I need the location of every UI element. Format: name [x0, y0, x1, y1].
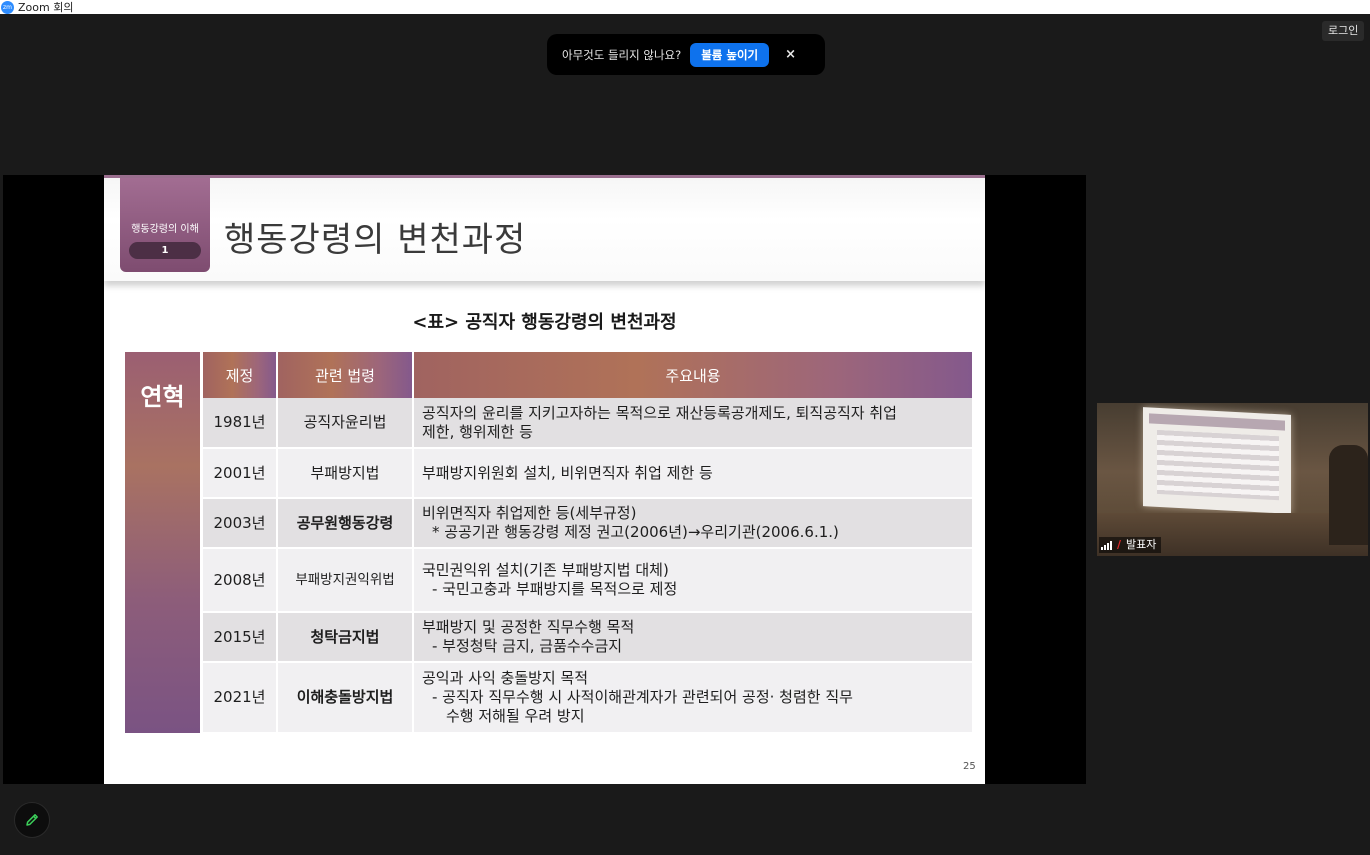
row-year: 2015년 [203, 612, 278, 663]
history-table: 제정 관련 법령 주요내용 1981년 공직자윤리법 공직자의 윤리를 지키고자… [203, 352, 974, 734]
table-row: 1981년 공직자윤리법 공직자의 윤리를 지키고자하는 목적으로 재산등록공개… [203, 398, 974, 449]
close-icon[interactable]: × [785, 47, 796, 62]
row-content: 비위면직자 취업제한 등(세부규정) * 공공기관 행동강령 제정 권고(200… [413, 498, 974, 549]
signal-icon [1101, 540, 1113, 550]
row-year: 2021년 [203, 662, 278, 734]
content-line: 비위면직자 취업제한 등(세부규정) [422, 504, 637, 522]
table-row: 2021년 이해충돌방지법 공익과 사익 충돌방지 목적 - 공직자 직무수행 … [203, 662, 974, 734]
header-law: 관련 법령 [277, 352, 414, 398]
banner-message: 아무것도 들리지 않나요? [562, 47, 682, 62]
content-line: 제한, 행위제한 등 [422, 422, 533, 441]
content-line: 공익과 사익 충돌방지 목적 [422, 669, 589, 687]
slide-header: 행동강령의 이해 1 행동강령의 변천과정 [104, 178, 985, 281]
content-line: * 공공기관 행동강령 제정 권고(2006년)→우리기관(2006.6.1.) [432, 523, 839, 541]
row-law: 이해충돌방지법 [277, 662, 414, 734]
table-row: 2003년 공무원행동강령 비위면직자 취업제한 등(세부규정) * 공공기관 … [203, 498, 974, 549]
shared-screen: 행동강령의 이해 1 행동강령의 변천과정 <표> 공직자 행동강령의 변천과정… [3, 175, 1086, 784]
participant-video-tile[interactable]: ∕ 발표자 [1097, 403, 1368, 556]
row-year: 2001년 [203, 448, 278, 499]
window-title: Zoom 회의 [18, 1, 74, 14]
header-year: 제정 [203, 352, 278, 398]
page-number: 25 [963, 761, 976, 772]
row-law: 공직자윤리법 [277, 398, 414, 449]
row-law: 부패방지권익위법 [277, 548, 414, 613]
row-content: 부패방지 및 공정한 직무수행 목적 - 부정청탁 금지, 금품수수금지 [413, 612, 974, 663]
video-screen-bar [1149, 413, 1285, 431]
history-label: 연혁 [140, 383, 185, 411]
row-year: 2003년 [203, 498, 278, 549]
row-year: 1981년 [203, 398, 278, 449]
table-header-row: 제정 관련 법령 주요내용 [203, 352, 974, 398]
content-line: 국민권익위 설치(기존 부패방지법 대체) [422, 561, 669, 579]
title-bar: zm Zoom 회의 [0, 0, 1370, 14]
table-caption: <표> 공직자 행동강령의 변천과정 [412, 312, 677, 333]
presentation-slide: 행동강령의 이해 1 행동강령의 변천과정 <표> 공직자 행동강령의 변천과정… [104, 175, 985, 784]
row-law: 공무원행동강령 [277, 498, 414, 549]
mic-muted-icon: ∕ [1117, 538, 1122, 551]
section-tab: 행동강령의 이해 1 [120, 178, 210, 272]
participant-name: 발표자 [1126, 538, 1157, 551]
row-year: 2008년 [203, 548, 278, 613]
audio-notification-banner: 아무것도 들리지 않나요? 볼륨 높이기 × [547, 34, 825, 75]
table-row: 2001년 부패방지법 부패방지위원회 설치, 비위면직자 취업 제한 등 [203, 448, 974, 499]
video-speaker-silhouette [1329, 445, 1368, 545]
content-line: 수행 저해될 우려 방지 [446, 707, 585, 725]
content-line: 부패방지위원회 설치, 비위면직자 취업 제한 등 [422, 463, 713, 482]
annotate-button[interactable] [14, 802, 50, 838]
participant-name-tag: ∕ 발표자 [1099, 537, 1162, 553]
row-content: 부패방지위원회 설치, 비위면직자 취업 제한 등 [413, 448, 974, 499]
row-law: 부패방지법 [277, 448, 414, 499]
table-row: 2015년 청탁금지법 부패방지 및 공정한 직무수행 목적 - 부정청탁 금지… [203, 612, 974, 663]
content-line: 공직자의 윤리를 지키고자하는 목적으로 재산등록공개제도, 퇴직공직자 취업 [422, 403, 897, 422]
content-line: - 부정청탁 금지, 금품수수금지 [432, 637, 623, 655]
content-line: - 공직자 직무수행 시 사적이해관계자가 관련되어 공정· 청렴한 직무 [432, 688, 853, 706]
pencil-icon [26, 814, 38, 826]
slide-title: 행동강령의 변천과정 [224, 220, 527, 260]
row-content: 공직자의 윤리를 지키고자하는 목적으로 재산등록공개제도, 퇴직공직자 취업 … [413, 398, 974, 449]
row-content: 국민권익위 설치(기존 부패방지법 대체) - 국민고충과 부패방지를 목적으로… [413, 548, 974, 613]
content-line: 부패방지 및 공정한 직무수행 목적 [422, 618, 635, 636]
video-screen-table [1157, 429, 1279, 501]
login-button[interactable]: 로그인 [1322, 21, 1365, 41]
history-side-column: 연혁 [125, 352, 200, 733]
header-content: 주요내용 [413, 352, 974, 398]
row-law: 청탁금지법 [277, 612, 414, 663]
content-line: - 국민고충과 부패방지를 목적으로 제정 [432, 580, 678, 598]
video-projection-screen [1143, 407, 1291, 514]
section-label: 행동강령의 이해 [131, 224, 199, 235]
section-number: 1 [129, 242, 201, 259]
row-content: 공익과 사익 충돌방지 목적 - 공직자 직무수행 시 사적이해관계자가 관련되… [413, 662, 974, 734]
table-row: 2008년 부패방지권익위법 국민권익위 설치(기존 부패방지법 대체) - 국… [203, 548, 974, 613]
increase-volume-button[interactable]: 볼륨 높이기 [690, 42, 770, 67]
zoom-app-icon: zm [1, 0, 14, 14]
